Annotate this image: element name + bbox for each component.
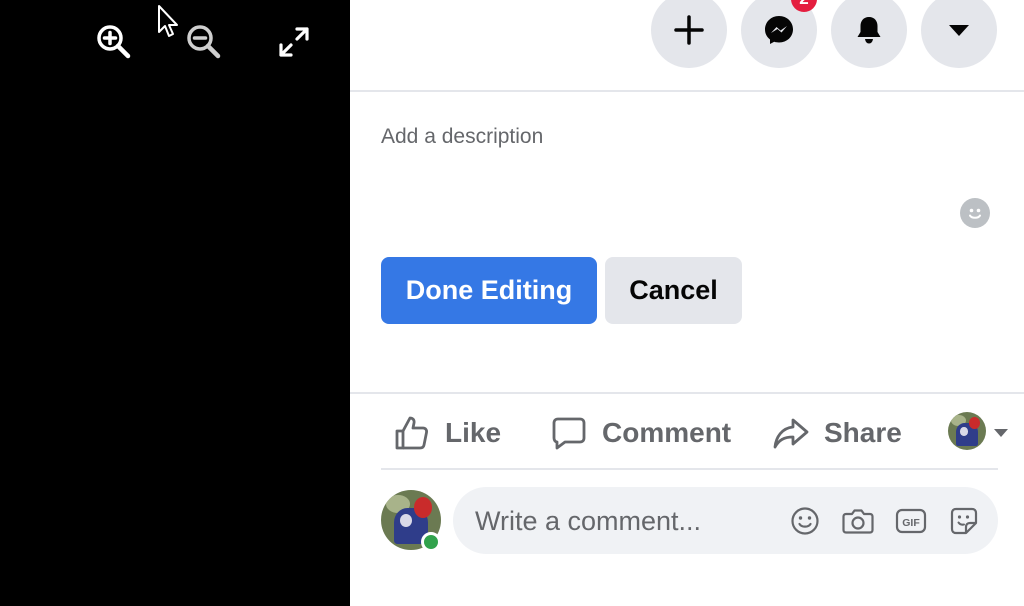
cancel-button[interactable]: Cancel [605, 257, 742, 324]
emoji-icon [791, 507, 819, 535]
thumbs-up-icon [395, 416, 428, 450]
gif-icon: GIF [895, 508, 927, 534]
bell-icon [857, 17, 881, 44]
caret-down-icon [949, 25, 969, 36]
comment-label: Comment [602, 417, 732, 448]
share-button[interactable]: Share [772, 408, 902, 458]
zoom-in-button[interactable] [94, 22, 134, 62]
comment-icon [552, 417, 586, 450]
comment-gif-button[interactable]: GIF [894, 504, 928, 538]
caret-down-icon[interactable] [993, 427, 1009, 439]
description-emoji-button[interactable] [960, 198, 990, 228]
comment-composer: GIF [453, 487, 998, 554]
actions-divider [381, 468, 998, 470]
done-editing-button[interactable]: Done Editing [381, 257, 597, 324]
post-as-avatar[interactable] [948, 412, 986, 450]
like-button[interactable]: Like [393, 408, 501, 458]
comment-input[interactable] [475, 501, 775, 541]
zoom-out-icon [187, 25, 221, 59]
comment-button[interactable]: Comment [550, 408, 731, 458]
fullscreen-button[interactable] [274, 22, 314, 62]
photo-viewer [0, 0, 350, 606]
plus-icon [674, 15, 704, 45]
description-input[interactable] [381, 120, 981, 154]
messenger-icon [765, 16, 793, 44]
like-label: Like [445, 417, 502, 448]
sticker-icon [950, 507, 978, 535]
emoji-icon [969, 208, 981, 219]
share-icon [773, 418, 809, 449]
camera-icon [842, 509, 874, 534]
zoom-out-button[interactable] [184, 22, 224, 62]
comment-photo-button[interactable] [841, 504, 875, 538]
svg-text:GIF: GIF [902, 517, 920, 529]
zoom-in-icon [97, 25, 131, 59]
online-status-indicator [421, 532, 441, 552]
comment-sticker-button[interactable] [947, 504, 981, 538]
mouse-cursor-icon [158, 5, 178, 37]
expand-icon [279, 27, 309, 57]
share-label: Share [824, 417, 902, 448]
header-divider [350, 90, 1024, 92]
comment-emoji-button[interactable] [788, 504, 822, 538]
editor-divider [350, 392, 1024, 394]
